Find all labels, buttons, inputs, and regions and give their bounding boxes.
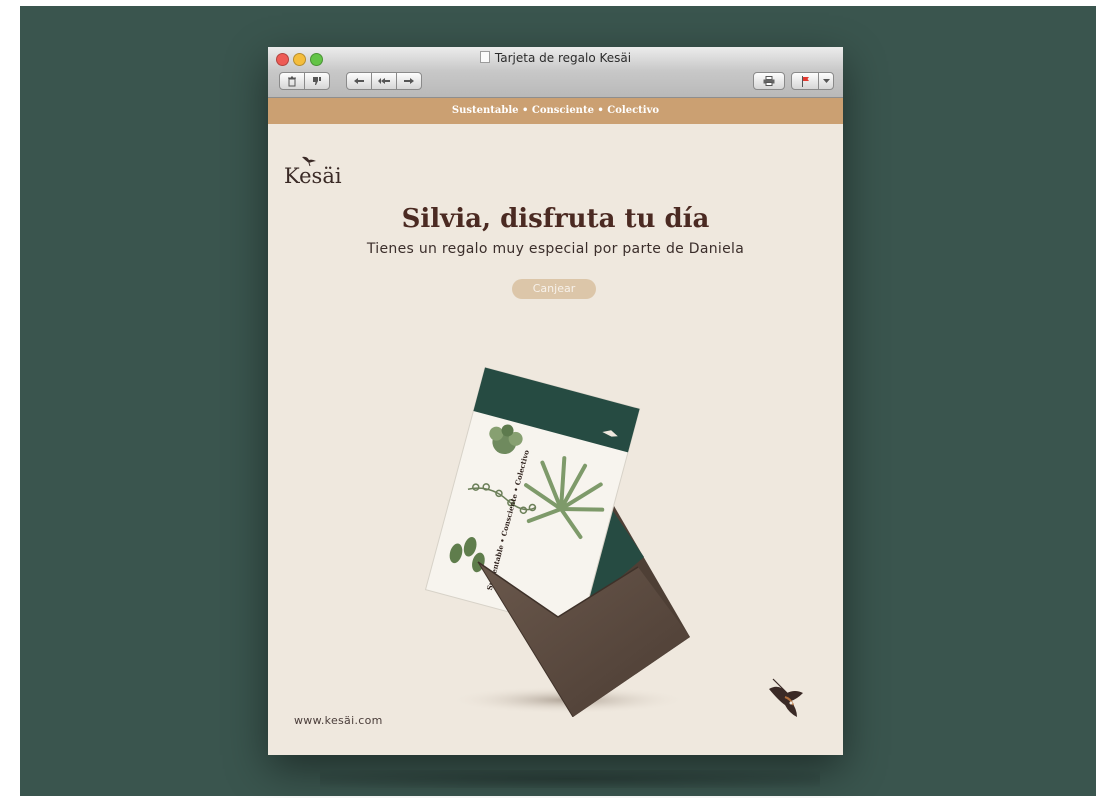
- toolbar: [268, 72, 843, 92]
- trash-icon: [288, 76, 296, 86]
- document-icon: [479, 51, 490, 63]
- delete-button[interactable]: [279, 72, 305, 90]
- flag-group: [791, 72, 834, 90]
- forward-arrow-icon: [404, 78, 414, 84]
- redeem-button[interactable]: Canjear: [512, 279, 596, 299]
- reply-all-button[interactable]: [371, 72, 397, 90]
- junk-button[interactable]: [304, 72, 330, 90]
- gift-card-envelope-illustration: Sustentable • Consciente • Colectivo: [424, 366, 690, 717]
- website-link[interactable]: www.kesäi.com: [294, 714, 383, 727]
- chevron-down-icon: [822, 78, 830, 83]
- reply-all-arrow-icon: [378, 78, 390, 84]
- printer-icon: [763, 76, 775, 86]
- delete-junk-group: [279, 72, 330, 90]
- gift-subheadline: Tienes un regalo muy especial por parte …: [366, 241, 745, 257]
- title-bar[interactable]: Tarjeta de regalo Kesäi: [268, 47, 843, 98]
- print-button[interactable]: [753, 72, 785, 90]
- brand-logo-text: Kesäi: [284, 164, 342, 188]
- mail-window: Tarjeta de regalo Kesäi Sustentable • Co…: [268, 47, 843, 755]
- hummingbird-logo-icon: [769, 678, 803, 717]
- tagline-banner: Sustentable • Consciente • Colectivo: [268, 98, 843, 124]
- flag-menu-button[interactable]: [818, 72, 834, 90]
- flag-button[interactable]: [791, 72, 819, 90]
- reply-arrow-icon: [354, 78, 364, 84]
- flag-icon: [801, 75, 809, 87]
- reply-group: [346, 72, 422, 90]
- print-group: [753, 72, 785, 90]
- thumbs-down-icon: [313, 77, 321, 85]
- window-reflection: [320, 770, 820, 788]
- reply-button[interactable]: [346, 72, 372, 90]
- window-title: Tarjeta de regalo Kesäi: [268, 51, 843, 65]
- window-title-text: Tarjeta de regalo Kesäi: [494, 51, 632, 65]
- greeting-headline: Silvia, disfruta tu día: [401, 204, 710, 234]
- forward-button[interactable]: [396, 72, 422, 90]
